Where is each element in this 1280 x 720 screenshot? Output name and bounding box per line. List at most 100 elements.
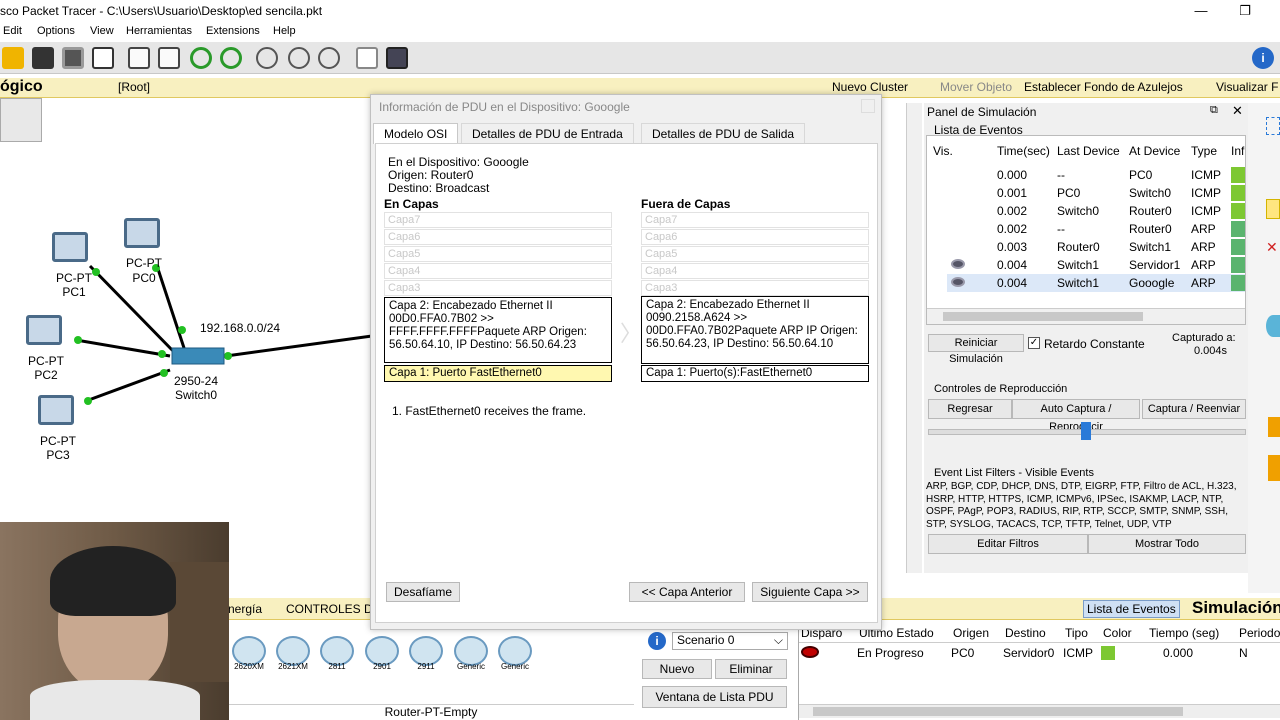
pc-icon[interactable]: [38, 395, 74, 425]
simulation-mode-label[interactable]: Simulación: [1192, 598, 1280, 618]
switch-model-label: 2950-24: [173, 374, 219, 388]
zoom-in-icon[interactable]: [256, 47, 278, 69]
vertical-scrollbar[interactable]: [906, 103, 922, 573]
edit-icon[interactable]: [92, 47, 114, 69]
in-layer1[interactable]: Capa 1: Puerto FastEthernet0: [384, 365, 612, 382]
menu-edit[interactable]: Edit: [3, 25, 22, 37]
minimize-button[interactable]: —: [1186, 2, 1216, 20]
menu-tools[interactable]: Herramientas: [126, 25, 192, 37]
redo-icon[interactable]: [220, 47, 242, 69]
out-layer2[interactable]: Capa 2: Encabezado Ethernet II 0090.2158…: [641, 296, 869, 364]
table-row[interactable]: En Progreso PC0 Servidor0 ICMP 0.000 N: [799, 644, 1280, 662]
restore-button[interactable]: ❐: [1230, 2, 1260, 20]
menu-view[interactable]: View: [90, 25, 114, 37]
tab-outbound-pdu[interactable]: Detalles de PDU de Salida: [641, 123, 806, 144]
pc0-type-label: PC-PT: [126, 256, 162, 270]
undock-icon[interactable]: ⧉: [1210, 104, 1218, 117]
event-row[interactable]: 0.004 Switch1 Gooogle ARP: [947, 274, 1245, 292]
paste-icon[interactable]: [158, 47, 180, 69]
new-scenario-button[interactable]: Nuevo: [642, 659, 712, 679]
save-icon[interactable]: [32, 47, 54, 69]
zoom-out-icon[interactable]: [318, 47, 340, 69]
palette-icon[interactable]: [356, 47, 378, 69]
slider-handle[interactable]: [1081, 422, 1091, 440]
pc-icon[interactable]: [124, 218, 160, 248]
event-row[interactable]: 0.004 Switch1 Servidor1 ARP: [947, 256, 1245, 274]
fire-icon[interactable]: [801, 646, 819, 658]
tab-inbound-pdu[interactable]: Detalles de PDU de Entrada: [461, 123, 634, 144]
new-cluster-button[interactable]: Nuevo Cluster: [832, 80, 908, 94]
pc-icon[interactable]: [52, 232, 88, 262]
pdu-color-swatch: [1101, 646, 1115, 660]
zoom-reset-icon[interactable]: [288, 47, 310, 69]
event-last: --: [1057, 222, 1065, 236]
scenario-select[interactable]: Scenario 0 ⌵: [672, 632, 788, 650]
event-color-swatch: [1231, 257, 1245, 273]
delete-scenario-button[interactable]: Eliminar: [715, 659, 787, 679]
event-row[interactable]: 0.002 -- Router0 ARP: [947, 220, 1245, 238]
print-icon[interactable]: [62, 47, 84, 69]
close-icon[interactable]: ✕: [1232, 103, 1243, 119]
menu-help[interactable]: Help: [273, 25, 296, 37]
add-complex-pdu-icon[interactable]: [1268, 455, 1280, 481]
controls-tab[interactable]: CONTROLES D: [286, 602, 373, 616]
in-layer5[interactable]: Capa5: [384, 246, 612, 262]
next-layer-button[interactable]: Siguiente Capa >>: [752, 582, 868, 602]
copy-icon[interactable]: [128, 47, 150, 69]
event-row[interactable]: 0.002 Switch0 Router0 ICMP: [947, 202, 1245, 220]
simulation-panel: Panel de Simulación ⧉ ✕ Lista de Eventos…: [924, 103, 1280, 573]
out-layer1[interactable]: Capa 1: Puerto(s):FastEthernet0: [641, 365, 869, 382]
capture-forward-button[interactable]: Captura / Reenviar: [1142, 399, 1246, 419]
info-icon[interactable]: i: [648, 632, 666, 650]
menu-extensions[interactable]: Extensions: [206, 25, 260, 37]
horizontal-scrollbar[interactable]: [799, 704, 1280, 718]
in-layer6[interactable]: Capa6: [384, 229, 612, 245]
constant-delay-checkbox[interactable]: ✓: [1028, 337, 1040, 349]
reset-simulation-button[interactable]: Reiniciar Simulación: [928, 334, 1024, 365]
horizontal-scrollbar[interactable]: [927, 308, 1245, 324]
event-row[interactable]: 0.000 -- PC0 ICMP: [947, 166, 1245, 184]
auto-capture-button[interactable]: Auto Captura / Reproducir: [1012, 399, 1140, 433]
playback-title: Controles de Reproducción: [934, 383, 1068, 395]
event-list-tab[interactable]: Lista de Eventos: [1083, 600, 1180, 618]
in-layer4[interactable]: Capa4: [384, 263, 612, 279]
out-layer6[interactable]: Capa6: [641, 229, 869, 245]
select-icon[interactable]: [1266, 117, 1280, 135]
out-layer3[interactable]: Capa3: [641, 280, 869, 296]
pc-icon[interactable]: [26, 315, 62, 345]
delete-icon[interactable]: ✕: [1266, 239, 1278, 256]
edit-filters-button[interactable]: Editar Filtros: [928, 534, 1088, 554]
speed-slider[interactable]: [928, 422, 1246, 440]
in-layer3[interactable]: Capa3: [384, 280, 612, 296]
show-all-button[interactable]: Mostrar Todo: [1088, 534, 1246, 554]
open-icon[interactable]: [2, 47, 24, 69]
event-row[interactable]: 0.001 PC0 Switch0 ICMP: [947, 184, 1245, 202]
out-layer5[interactable]: Capa5: [641, 246, 869, 262]
eye-icon[interactable]: [951, 277, 965, 287]
pdu-list-window-button[interactable]: Ventana de Lista PDU: [642, 686, 787, 708]
add-pdu-icon[interactable]: [1266, 315, 1280, 337]
viewport-button[interactable]: Visualizar F: [1216, 80, 1278, 94]
energy-tab[interactable]: nergía: [228, 602, 262, 616]
out-layer7[interactable]: Capa7: [641, 212, 869, 228]
tab-osi-model[interactable]: Modelo OSI: [373, 123, 459, 144]
event-row[interactable]: 0.003 Router0 Switch1 ARP: [947, 238, 1245, 256]
col-info: Inf: [1231, 144, 1245, 158]
set-background-button[interactable]: Establecer Fondo de Azulejos: [1024, 80, 1183, 94]
add-simple-pdu-icon[interactable]: [1268, 417, 1280, 437]
in-layer2[interactable]: Capa 2: Encabezado Ethernet II 00D0.FFA0…: [384, 297, 612, 363]
note-icon[interactable]: [1266, 199, 1280, 219]
eye-icon[interactable]: [951, 259, 965, 269]
out-layer4[interactable]: Capa4: [641, 263, 869, 279]
in-layer7[interactable]: Capa7: [384, 212, 612, 228]
logical-mode-label[interactable]: ógico: [0, 78, 43, 96]
undo-icon[interactable]: [190, 47, 212, 69]
menu-options[interactable]: Options: [37, 25, 75, 37]
move-object-button[interactable]: Mover Objeto: [940, 80, 1012, 94]
close-icon[interactable]: [861, 99, 875, 113]
custom-device-icon[interactable]: [386, 47, 408, 69]
challenge-me-button[interactable]: Desafíame: [386, 582, 460, 602]
info-icon[interactable]: i: [1252, 47, 1274, 69]
previous-layer-button[interactable]: << Capa Anterior: [629, 582, 745, 602]
back-button[interactable]: Regresar: [928, 399, 1012, 419]
